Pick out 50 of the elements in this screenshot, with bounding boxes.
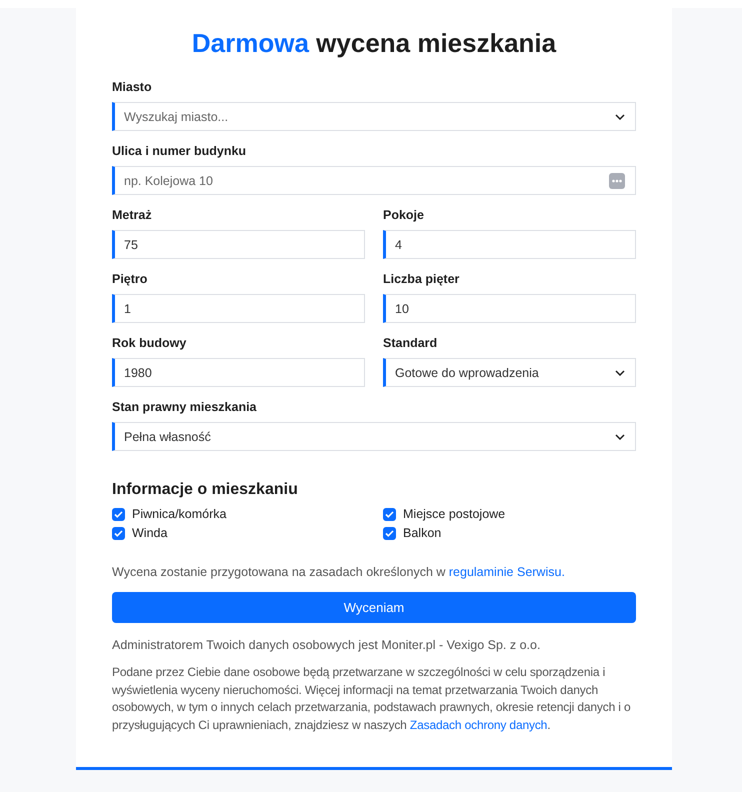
checkbox[interactable] — [112, 526, 125, 540]
field-placeholder: Wyszukaj miasto... — [124, 110, 228, 124]
input-field[interactable]: 10 — [383, 294, 636, 323]
field-label: Standard — [383, 335, 438, 352]
checkbox[interactable] — [383, 508, 396, 520]
admin-note: Administratorem Twoich danych osobowych jest Moniter.pl - Vexigo Sp. z o.o. — [112, 637, 542, 654]
field-value: 1 — [124, 302, 131, 316]
checkbox[interactable] — [383, 526, 396, 540]
field-label: Rok budowy — [112, 335, 186, 352]
field-value: Gotowe do wprowadzenia — [395, 366, 539, 380]
checkbox-label: Miejsce postojowe — [403, 506, 506, 522]
checkbox-label: Piwnica/komórka — [132, 506, 226, 522]
field-value: 4 — [395, 238, 402, 252]
terms-link[interactable]: regulaminie Serwisu. — [448, 565, 565, 579]
select-field[interactable]: Wyszukaj miasto... — [112, 102, 636, 131]
select-field[interactable]: Pełna własność — [112, 422, 636, 451]
checkbox[interactable] — [112, 508, 125, 520]
select-field[interactable]: Gotowe do wprowadzenia — [383, 358, 636, 387]
terms-text: Wycena zostanie przygotowana na zasadach określonych w regulaminie Serwisu. — [112, 564, 566, 581]
submit-button[interactable]: Wyceniam — [112, 592, 636, 623]
section-heading: Informacje o mieszkaniu — [112, 480, 298, 500]
field-label: Miasto — [112, 79, 152, 96]
chevron-down-icon — [615, 370, 625, 376]
page-title: Darmowa wycena mieszkania — [190, 27, 558, 60]
field-label: Stan prawny mieszkania — [112, 399, 257, 416]
checkbox-label: Winda — [132, 525, 168, 541]
field-label: Ulica i numer budynku — [112, 143, 246, 160]
check-icon — [114, 510, 123, 518]
input-field[interactable]: 4 — [383, 230, 636, 259]
input-field[interactable]: 1980 — [112, 358, 365, 387]
field-value: 1980 — [124, 366, 152, 380]
field-value: 75 — [124, 238, 138, 252]
privacy-link[interactable]: Zasadach ochrony danych — [410, 718, 548, 732]
privacy-text: Podane przez Ciebie dane osobowe będą przetwarzane w szczególności w celu sporządzenia i wyświetlenia wyceny nieruchomości. Więcej informacji na temat przetwarzania Twoich danych osobowych, w tym o innych celach przetwarzania, podstawach prawnych, okresie retencji danych i o przysługujących Ci uprawnieniach, znajdziesz w naszych Zasadach ochrony danych. — [112, 664, 632, 734]
field-placeholder: np. Kolejowa 10 — [124, 174, 213, 188]
field-label: Liczba pięter — [383, 271, 460, 288]
check-icon — [114, 530, 123, 536]
field-value: Pełna własność — [124, 430, 211, 444]
field-value: 10 — [395, 302, 409, 316]
checkbox-label: Balkon — [403, 525, 442, 541]
field-label: Metraż — [112, 207, 152, 224]
field-label: Piętro — [112, 271, 148, 288]
check-icon — [385, 510, 394, 518]
field-label: Pokoje — [383, 207, 424, 224]
chevron-down-icon — [615, 434, 625, 440]
check-icon — [385, 530, 394, 536]
input-field[interactable]: 1 — [112, 294, 365, 323]
chevron-down-icon — [615, 114, 625, 120]
input-field[interactable]: 75 — [112, 230, 365, 259]
input-field[interactable]: np. Kolejowa 10 — [112, 166, 636, 195]
